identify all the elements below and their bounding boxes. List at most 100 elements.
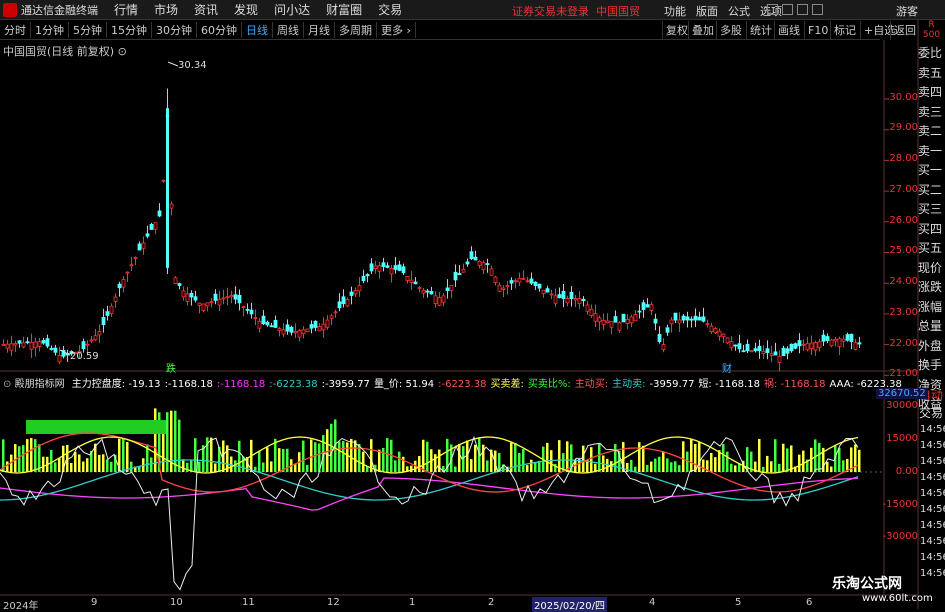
volume-bar — [126, 442, 129, 472]
candle-body — [585, 304, 590, 312]
event-marker-finance[interactable]: 财 — [722, 360, 732, 375]
volume-bar — [86, 458, 89, 472]
candle-body — [805, 343, 810, 351]
volume-bar — [398, 451, 401, 472]
volume-bar — [122, 439, 125, 472]
candle-body — [549, 293, 554, 296]
volume-bar — [534, 462, 537, 472]
volume-bar — [858, 449, 861, 472]
candle-body — [761, 350, 766, 354]
candle-body — [777, 355, 782, 363]
ind-scale-tick: -30000 — [882, 531, 918, 542]
candle-body — [717, 330, 722, 337]
candle-body — [489, 268, 494, 276]
volume-bar — [266, 447, 269, 472]
volume-bar — [258, 450, 261, 472]
volume-bar — [102, 454, 105, 472]
indicator-value-7: 买卖差: — [490, 379, 524, 390]
side-label: 总量 — [918, 319, 943, 333]
candle-body — [429, 291, 434, 295]
candle-body — [737, 343, 742, 350]
kline-chart[interactable] — [0, 0, 945, 609]
volume-bar — [6, 461, 9, 472]
candle-body — [641, 302, 646, 311]
candle-body — [465, 261, 470, 265]
candle-body — [413, 281, 418, 285]
candle-body — [661, 344, 666, 350]
candle-body — [137, 243, 142, 251]
ind-scale-tick: 15000 — [886, 433, 918, 444]
candle-body — [617, 322, 622, 331]
volume-bar — [194, 438, 197, 472]
candle-body — [89, 339, 94, 342]
candle-body — [577, 298, 582, 305]
indicator-name[interactable]: 殿朋指标网 — [15, 379, 65, 390]
event-marker-drop[interactable]: 跌 — [166, 360, 176, 375]
volume-bar — [702, 459, 705, 472]
candle-body — [421, 289, 426, 294]
candle-body — [461, 268, 466, 273]
indicator-value-6: :-6223.38 — [438, 379, 487, 390]
candle-body — [593, 313, 598, 322]
candle-body — [485, 263, 490, 265]
candle-body — [825, 336, 830, 342]
candle-body — [33, 341, 38, 349]
candle-body — [809, 342, 814, 350]
volume-bar — [98, 454, 101, 472]
volume-bar — [838, 447, 841, 472]
candle-body — [653, 318, 658, 324]
trade-time: 14:56 — [920, 568, 945, 579]
side-label: 买五 — [918, 241, 943, 255]
volume-bar — [82, 461, 85, 472]
side-label: 涨幅 — [918, 299, 943, 314]
candle-body — [361, 275, 366, 282]
candle-body — [249, 309, 254, 315]
volume-bar — [418, 455, 421, 472]
candle-body — [597, 317, 602, 323]
trade-label[interactable]: 交易 — [919, 404, 943, 421]
volume-bar — [798, 454, 801, 472]
volume-bar — [522, 449, 525, 472]
candle-body — [149, 224, 154, 230]
candle-body — [689, 318, 694, 321]
volume-bar — [614, 444, 617, 472]
volume-bar — [514, 442, 517, 472]
candle-body — [285, 324, 290, 332]
candle-body — [605, 320, 610, 323]
side-label: 涨跌 — [918, 280, 943, 294]
candle-body — [565, 298, 570, 304]
date-tick: 1 — [409, 597, 416, 608]
volume-bar — [178, 419, 181, 472]
date-tick: 10 — [170, 597, 183, 608]
candle-body — [229, 295, 234, 298]
candle-body — [57, 354, 62, 363]
volume-bar — [242, 456, 245, 472]
candle-body — [189, 292, 194, 298]
candle-body — [673, 312, 678, 321]
indicator-value-12: 短: -1168.18 — [698, 379, 760, 390]
side-label: 卖一 — [918, 143, 943, 158]
volume-bar — [410, 465, 413, 472]
candle-body — [29, 341, 34, 350]
volume-bar — [730, 463, 733, 472]
date-tick: 12 — [327, 597, 340, 608]
trade-time: 14:56 — [920, 456, 945, 467]
volume-bar — [758, 439, 761, 472]
settings-icon[interactable]: ⊙ — [3, 379, 11, 390]
volume-bar — [394, 460, 397, 472]
candle-body — [197, 302, 202, 306]
candle-body — [781, 347, 786, 357]
candle-body — [633, 314, 638, 322]
signal-block — [26, 420, 166, 434]
date-tick: 5 — [735, 597, 742, 608]
candle-body — [97, 330, 102, 336]
side-panel-header: R 500 — [922, 20, 941, 40]
candle-body — [657, 333, 662, 342]
candle-body — [725, 337, 730, 344]
candle-body — [393, 265, 398, 270]
candle-body — [749, 350, 754, 353]
candle-body — [497, 284, 502, 292]
volume-bar — [458, 443, 461, 472]
candle-body — [821, 334, 826, 342]
candle-body — [25, 341, 30, 344]
